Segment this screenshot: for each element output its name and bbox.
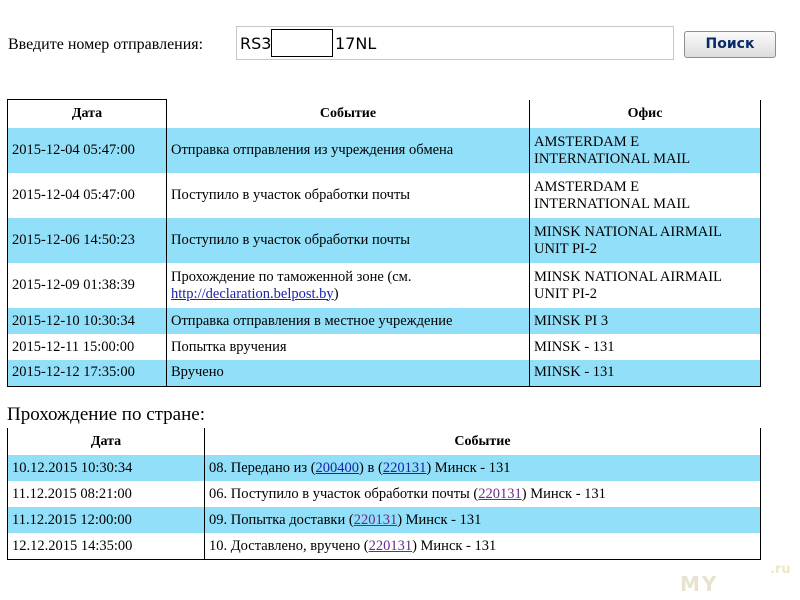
table-row: 2015-12-04 05:47:00 Отправка отправления… — [7, 128, 761, 173]
row-date: 2015-12-11 15:00:00 — [7, 334, 167, 360]
row-date: 2015-12-09 01:38:39 — [7, 263, 167, 308]
tracking-table: Дата Событие Офис 2015-12-04 05:47:00 От… — [7, 99, 761, 387]
tracking-number-prefix: RS3 — [240, 34, 272, 53]
row-date: 11.12.2015 08:21:00 — [7, 481, 205, 507]
table-row: 11.12.2015 12:00:00 09. Попытка доставки… — [7, 507, 761, 533]
tracking-number-suffix: 17NL — [335, 34, 377, 53]
watermark-suffix: .ru — [770, 562, 791, 577]
table-row: 2015-12-09 01:38:39 Прохождение по тамож… — [7, 263, 761, 308]
search-form: Введите номер отправления: RS3 17NL Поис… — [0, 0, 800, 80]
table-row: 2015-12-11 15:00:00 Попытка вручения MIN… — [7, 334, 761, 360]
table-header-row: Дата Событие Офис — [7, 99, 761, 128]
postcode-link[interactable]: 220131 — [354, 512, 398, 528]
row-date: 2015-12-04 05:47:00 — [7, 128, 167, 173]
header-date: Дата — [7, 99, 167, 128]
row-date: 2015-12-12 17:35:00 — [7, 360, 167, 387]
row-date: 11.12.2015 12:00:00 — [7, 507, 205, 533]
postcode-link[interactable]: 220131 — [478, 486, 522, 502]
declaration-link[interactable]: http://declaration.belpost.by — [171, 286, 334, 302]
country-table: Дата Событие 10.12.2015 10:30:34 08. Пер… — [7, 428, 761, 560]
postcode-link[interactable]: 220131 — [369, 538, 413, 554]
table-row: 2015-12-06 14:50:23 Поступило в участок … — [7, 218, 761, 263]
table-row: 12.12.2015 14:35:00 10. Доставлено, вруч… — [7, 533, 761, 560]
row-event: 06. Поступило в участок обработки почты … — [204, 481, 761, 507]
postcode-link[interactable]: 200400 — [316, 460, 360, 476]
row-date: 2015-12-04 05:47:00 — [7, 173, 167, 218]
table-row: 11.12.2015 08:21:00 06. Поступило в учас… — [7, 481, 761, 507]
row-event: 09. Попытка доставки (220131) Минск - 13… — [204, 507, 761, 533]
row-event: Поступило в участок обработки почты — [166, 218, 530, 263]
row-office: AMSTERDAM E INTERNATIONAL MAIL — [529, 173, 761, 218]
table-row: 2015-12-12 17:35:00 Вручено MINSK - 131 — [7, 360, 761, 387]
row-event: Отправка отправления из учреждения обмен… — [166, 128, 530, 173]
table-row: 2015-12-10 10:30:34 Отправка отправления… — [7, 308, 761, 334]
row-date: 10.12.2015 10:30:34 — [7, 455, 205, 481]
table-row: 10.12.2015 10:30:34 08. Передано из (200… — [7, 455, 761, 481]
search-label: Введите номер отправления: — [8, 36, 204, 53]
row-event: Попытка вручения — [166, 334, 530, 360]
row-office: MINSK - 131 — [529, 360, 761, 387]
row-event: Отправка отправления в местное учреждени… — [166, 308, 530, 334]
tracking-number-input[interactable]: RS3 17NL — [236, 26, 674, 60]
table-header-row: Дата Событие — [7, 428, 761, 455]
watermark-logo: MY — [680, 572, 719, 596]
row-event: Поступило в участок обработки почты — [166, 173, 530, 218]
header-event: Событие — [204, 428, 761, 455]
postcode-link[interactable]: 220131 — [383, 460, 427, 476]
row-office: MINSK NATIONAL AIRMAIL UNIT PI-2 — [529, 218, 761, 263]
row-office: MINSK - 131 — [529, 334, 761, 360]
country-section-title: Прохождение по стране: — [7, 404, 205, 425]
row-event: Вручено — [166, 360, 530, 387]
header-event: Событие — [166, 99, 530, 128]
row-office: AMSTERDAM E INTERNATIONAL MAIL — [529, 128, 761, 173]
header-office: Офис — [529, 99, 761, 128]
row-date: 12.12.2015 14:35:00 — [7, 533, 205, 560]
header-date: Дата — [7, 428, 205, 455]
row-event: Прохождение по таможенной зоне (см. http:… — [166, 263, 530, 308]
redacted-block — [271, 29, 333, 57]
row-date: 2015-12-06 14:50:23 — [7, 218, 167, 263]
row-office: MINSK PI 3 — [529, 308, 761, 334]
search-button[interactable]: Поиск — [684, 31, 776, 58]
row-event: 10. Доставлено, вручено (220131) Минск -… — [204, 533, 761, 560]
row-date: 2015-12-10 10:30:34 — [7, 308, 167, 334]
table-row: 2015-12-04 05:47:00 Поступило в участок … — [7, 173, 761, 218]
row-office: MINSK NATIONAL AIRMAIL UNIT PI-2 — [529, 263, 761, 308]
row-event: 08. Передано из (200400) в (220131) Минс… — [204, 455, 761, 481]
